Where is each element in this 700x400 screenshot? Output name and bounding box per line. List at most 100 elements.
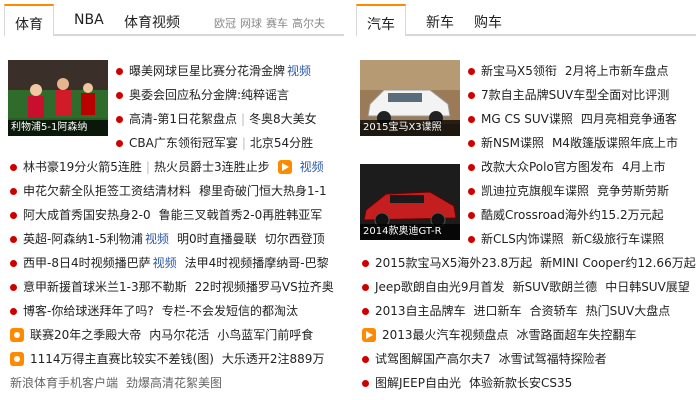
hot-icon [10,352,24,366]
sports-link[interactable]: 英超-阿森纳1-5利物浦 [23,228,143,250]
auto-link[interactable]: 新NSM谍照 [481,132,544,154]
auto-link[interactable]: 中日韩SUV展望 [605,276,690,298]
video-link[interactable]: 视频 [145,228,169,250]
sports-link[interactable]: 联赛20年之季殿大帝 [30,324,141,346]
auto-panel: 汽车 新车 购车 2015宝马X3谍照 2014款奥迪GT-R 新宝马X5领衔 … [356,4,696,396]
auto-link[interactable]: 新宝马X5领衔 [481,60,557,82]
tab-nba[interactable]: NBA [74,12,104,28]
sports-headline-3[interactable]: 高清-第1日花絮盘点 [129,108,237,130]
auto-link[interactable]: MG CS SUV谍照 [481,108,573,130]
sports-line-3: 阿大成首秀国安热身2-0 鲁能三叉戟首秀2-0再胜韩亚军 [10,204,322,226]
auto-line-2: Jeep歌朗自由光9月首发 新SUV歌朗兰德 中日韩SUV展望 [362,276,690,298]
auto-link[interactable]: Jeep歌朗自由光9月首发 [375,276,505,298]
auto-photo-1[interactable]: 2015宝马X3谍照 [360,60,460,136]
sports-link[interactable]: 西甲-8日4时视频播巴萨 [23,252,151,274]
sports-link[interactable]: 22时视频播罗马VS拉齐奥 [195,276,334,298]
bullet-icon [116,91,123,99]
sports-link[interactable]: 新浪体育手机客户端 [10,372,118,394]
video-icon [277,160,292,174]
auto-link[interactable]: 热门SUV大盘点 [586,300,671,322]
auto-link[interactable]: 2013最火汽车视频盘点 [382,324,509,346]
sports-link[interactable]: 林书豪19分火箭5连胜 [23,156,142,178]
sports-link[interactable]: 切尔西登顶 [265,228,325,250]
auto-link[interactable]: 2015款宝马X5海外23.8万起 [375,252,532,274]
auto-link[interactable]: 2月将上市新车盘点 [565,60,669,82]
sports-headline-3b[interactable]: 冬奥8大美女 [249,108,317,130]
sports-headline-4b[interactable]: 北京54分胜 [250,132,313,154]
sports-link[interactable]: 穆里奇破门恒大热身1-1 [199,180,327,202]
subtab-golf[interactable]: 高尔夫 [292,15,325,31]
auto-top-line-2: 7款自主品牌SUV车型全面对比评测 [468,84,669,106]
bullet-icon [362,355,369,363]
sports-link[interactable]: 1114万得主直赛比较实不差钱(图) [30,348,214,370]
auto-mid-line-3: 酷威Crossroad海外约15.2万元起 [468,204,664,226]
sports-link[interactable]: 鲁能三叉戟首秀2-0再胜韩亚军 [159,204,323,226]
sports-link[interactable]: 热火员爵士3连胜止步 [154,156,270,178]
sports-link[interactable]: 阿大成首秀国安热身2-0 [23,204,151,226]
auto-link[interactable]: 酷威Crossroad海外约15.2万元起 [481,204,664,226]
bullet-icon [468,67,475,75]
sports-link[interactable]: 法甲4时视频播摩纳哥-巴黎 [185,252,329,274]
auto-link[interactable]: M4敞篷版谍照年底上市 [552,132,678,154]
sports-headline-2[interactable]: 奥委会回应私分金牌:纯粹谣言 [129,84,289,106]
subtab-tennis[interactable]: 网球 [240,15,262,31]
bullet-icon [10,307,17,315]
auto-link[interactable]: 7款自主品牌SUV车型全面对比评测 [481,84,669,106]
bullet-icon [468,187,475,195]
auto-link[interactable]: 新MINI Cooper约12.66万起 [540,252,696,274]
sports-line-9: 1114万得主直赛比较实不差钱(图) 大乐透开2注889万 [10,348,324,370]
sports-link[interactable]: 劲爆高清花絮美图 [126,372,222,394]
bullet-icon [468,235,475,243]
auto-link[interactable]: 新CLS内饰谍照 [481,228,564,250]
auto-link[interactable]: 合资轿车 [530,300,578,322]
auto-link[interactable]: 新C级旅行车谍照 [572,228,664,250]
sports-line-10: 新浪体育手机客户端 劲爆高清花絮美图 [10,372,222,394]
subtab-racing[interactable]: 赛车 [266,15,288,31]
tab-buy-car[interactable]: 购车 [474,12,502,32]
sports-link[interactable]: 专栏-不会发短信的都淘汰 [162,300,298,322]
auto-link[interactable]: 新SUV歌朗兰德 [513,276,598,298]
video-link[interactable]: 视频 [153,252,177,274]
bullet-icon [362,307,369,315]
sports-line-1: 林书豪19分火箭5连胜 | 热火员爵士3连胜止步 视频 [10,156,324,178]
auto-link[interactable]: 冰雪试驾福特探险者 [499,348,607,370]
sports-line-8: 联赛20年之季殿大帝 内马尔花活 小鸟蓝军门前呼食 [10,324,313,346]
subtab-ucl[interactable]: 欧冠 [214,15,236,31]
auto-link[interactable]: 竞争劳斯劳斯 [597,180,669,202]
auto-link[interactable]: 进口新车 [474,300,522,322]
auto-link[interactable]: 凯迪拉克旗舰车谍照 [481,180,589,202]
bullet-icon [10,163,17,171]
sports-photo[interactable]: 利物浦5-1阿森纳 [8,60,108,136]
sports-link[interactable]: 内马尔花活 [149,324,209,346]
auto-link[interactable]: 4月上市 [622,156,666,178]
auto-link[interactable]: 四月亮相竞争通客 [581,108,677,130]
tab-new-car[interactable]: 新车 [426,12,454,32]
auto-link[interactable]: 图解JEEP自由光 [375,372,461,394]
auto-photo-2[interactable]: 2014款奥迪GT-R [360,164,460,240]
auto-link[interactable]: 冰雪路面超车失控翻车 [517,324,637,346]
auto-link[interactable]: 体验新款长安CS35 [469,372,572,394]
sports-link[interactable]: 博客-你给球迷拜年了吗? [23,300,154,322]
tab-sports-video[interactable]: 体育视频 [124,12,180,32]
auto-top-line-3: MG CS SUV谍照 四月亮相竞争通客 [468,108,677,130]
auto-link[interactable]: 试驾图解国产高尔夫7 [375,348,491,370]
auto-line-5: 试驾图解国产高尔夫7 冰雪试驾福特探险者 [362,348,607,370]
sports-link[interactable]: 小鸟蓝军门前呼食 [217,324,313,346]
sports-line-5: 西甲-8日4时视频播巴萨 视频 法甲4时视频播摩纳哥-巴黎 [10,252,329,274]
sports-link[interactable]: 明0时直播曼联 [177,228,257,250]
sports-headline-1[interactable]: 曝美网球巨星比赛分花滑金牌 [129,60,285,82]
bullet-icon [116,115,123,123]
bullet-icon [362,379,369,387]
sports-link[interactable]: 意甲新援首球米兰1-3那不勒斯 [23,276,187,298]
sports-link[interactable]: 申花欠薪全队拒签工资结清材料 [23,180,191,202]
auto-link[interactable]: 改款大众Polo官方图发布 [481,156,614,178]
sports-headline-4[interactable]: CBA广东领衔冠军宴 [129,132,238,154]
sports-link[interactable]: 大乐透开2注889万 [222,348,325,370]
sports-tabbar: 体育 NBA 体育视频 欧冠 网球 赛车 高尔夫 [4,4,344,37]
auto-link[interactable]: 2013自主品牌车 [375,300,466,322]
tab-auto[interactable]: 汽车 [356,4,406,37]
auto-line-3: 2013自主品牌车 进口新车 合资轿车 热门SUV大盘点 [362,300,670,322]
video-link[interactable]: 视频 [287,60,311,82]
video-link[interactable]: 视频 [300,156,324,178]
tab-sports[interactable]: 体育 [4,4,54,37]
